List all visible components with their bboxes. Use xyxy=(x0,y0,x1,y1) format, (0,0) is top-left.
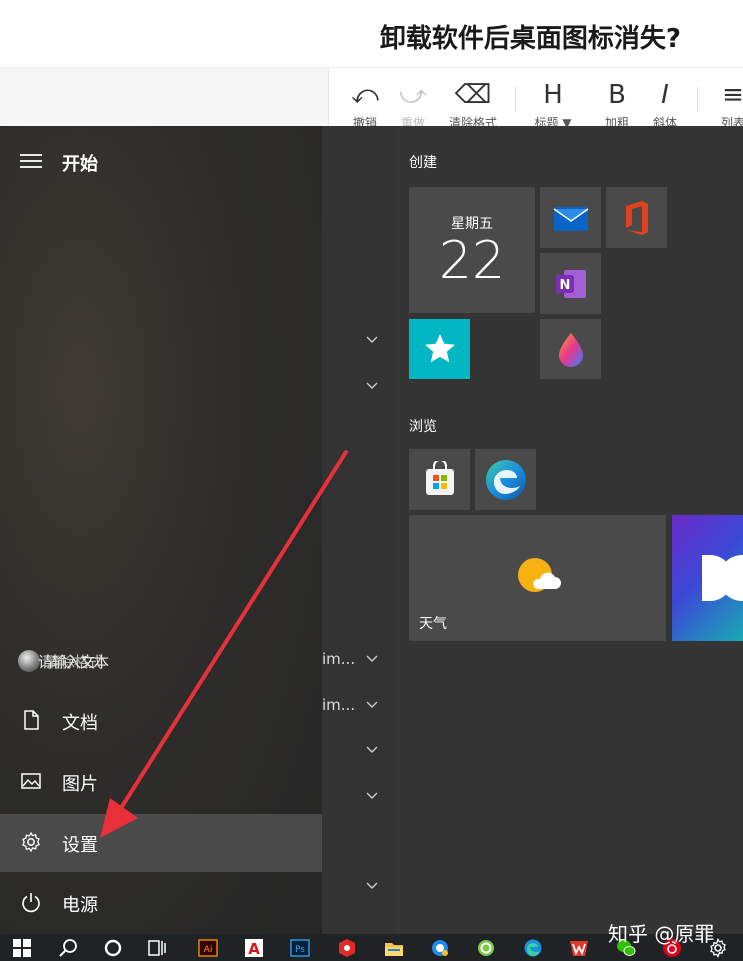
illustrator-icon[interactable]: Ai xyxy=(198,938,218,958)
bold-icon: B xyxy=(608,80,626,110)
editor-left-strip xyxy=(0,68,328,126)
side-item-label: 图片 xyxy=(62,774,98,795)
photoshop-icon[interactable]: Ps xyxy=(290,938,310,958)
office-tile[interactable] xyxy=(606,187,667,248)
windows-start-icon[interactable] xyxy=(12,938,32,958)
side-item-label: 电源 xyxy=(62,895,98,916)
mail-icon xyxy=(553,207,589,231)
store-icon xyxy=(426,461,454,495)
italic-label: 斜体 xyxy=(652,116,677,126)
article-title[interactable]: 卸载软件后桌面图标消失? xyxy=(380,18,681,55)
favorites-star-tile[interactable] xyxy=(409,319,470,379)
acrobat-icon[interactable]: A xyxy=(244,938,264,958)
list-label: 列表 xyxy=(720,116,743,126)
svg-text:A: A xyxy=(248,940,260,958)
side-item-label: 设置 xyxy=(62,835,98,856)
list-button[interactable]: ≡ 列表 xyxy=(709,68,743,126)
chevron-down-icon[interactable] xyxy=(366,379,378,391)
qq-browser-icon[interactable] xyxy=(430,938,450,958)
store-tile[interactable] xyxy=(409,449,470,510)
app-list-item-text[interactable]: im... xyxy=(322,696,355,714)
document-icon xyxy=(24,710,39,730)
chevron-down-icon[interactable] xyxy=(366,698,378,710)
start-menu: 开始 请输入文本 清除格式 文档 图片 设置 电源 im... im... 创建… xyxy=(0,126,743,934)
app-red-icon[interactable] xyxy=(337,938,357,958)
editor-header: 卸载软件后桌面图标消失? xyxy=(0,0,743,68)
heading-label: 标题 ▼ xyxy=(534,116,572,126)
calendar-date: 22 xyxy=(438,231,506,291)
paint-drop-icon xyxy=(559,333,583,367)
power-icon xyxy=(22,893,40,913)
user-name-overlay: 清除格式 xyxy=(46,653,103,671)
app-green-icon[interactable] xyxy=(476,938,496,958)
clear-format-button[interactable]: ⌫ 清除格式 xyxy=(449,68,497,126)
side-item-label: 文档 xyxy=(62,713,98,734)
chevron-down-icon[interactable] xyxy=(366,333,378,345)
italic-button[interactable]: I 斜体 xyxy=(641,68,689,126)
chevron-down-icon[interactable] xyxy=(366,743,378,755)
side-item-settings[interactable]: 设置 xyxy=(0,814,322,872)
search-icon[interactable] xyxy=(58,938,78,958)
editor-toolbar: ⤺ 撤销 ⤻ 重做 ⌫ 清除格式 H 标题 ▼ B 加粗 I 斜体 ≡ 列表 xyxy=(328,68,743,126)
svg-text:N: N xyxy=(560,278,571,293)
calendar-tile[interactable]: 星期五 22 xyxy=(409,187,535,313)
side-item-documents[interactable]: 文档 xyxy=(0,692,322,750)
group-title-create: 创建 xyxy=(409,155,437,171)
tiles-pane: 创建 星期五 22 N 浏览 天气 xyxy=(396,126,743,934)
hamburger-menu-icon[interactable] xyxy=(20,154,42,168)
heading-icon: H xyxy=(543,80,563,110)
dolby-logo-icon xyxy=(702,555,743,601)
chevron-down-icon[interactable] xyxy=(366,789,378,801)
cortana-icon[interactable] xyxy=(103,938,123,958)
start-left-pane: 开始 请输入文本 清除格式 文档 图片 设置 电源 xyxy=(0,126,322,934)
edge-icon[interactable] xyxy=(523,938,543,958)
list-icon: ≡ xyxy=(722,80,743,110)
redo-label: 重做 xyxy=(400,116,425,126)
italic-icon: I xyxy=(661,80,669,110)
calendar-day: 星期五 xyxy=(451,216,493,232)
svg-text:Ai: Ai xyxy=(204,945,213,955)
office-icon xyxy=(626,201,648,235)
undo-icon: ⤺ xyxy=(351,80,379,110)
side-item-pictures[interactable]: 图片 xyxy=(0,753,322,811)
task-view-icon[interactable] xyxy=(147,938,167,958)
toolbar-divider xyxy=(697,86,698,112)
star-icon xyxy=(425,334,455,363)
heading-button[interactable]: H 标题 ▼ xyxy=(529,68,577,126)
onenote-tile[interactable]: N xyxy=(540,253,601,314)
side-item-power[interactable]: 电源 xyxy=(0,874,322,932)
chevron-down-icon[interactable] xyxy=(366,652,378,664)
edge-tile[interactable] xyxy=(475,449,536,510)
weather-label: 天气 xyxy=(419,616,447,632)
edge-icon xyxy=(486,460,526,500)
wps-icon[interactable] xyxy=(569,938,589,958)
pictures-icon xyxy=(21,773,41,789)
mail-tile[interactable] xyxy=(540,187,601,248)
file-explorer-icon[interactable] xyxy=(384,938,404,958)
svg-text:Ps: Ps xyxy=(295,945,305,955)
avatar xyxy=(18,650,40,672)
weather-tile[interactable]: 天气 xyxy=(409,515,666,641)
redo-icon: ⤻ xyxy=(399,80,427,110)
redo-button[interactable]: ⤻ 重做 xyxy=(389,68,437,126)
weather-sun-cloud-icon xyxy=(518,558,561,592)
start-title: 开始 xyxy=(62,154,98,175)
app-list-item-text[interactable]: im... xyxy=(322,650,355,668)
zhihu-watermark: 知乎 @原罪 xyxy=(608,922,715,946)
onenote-icon: N xyxy=(556,270,586,298)
dolby-tile[interactable] xyxy=(672,515,743,641)
clear-format-label: 清除格式 xyxy=(448,116,497,126)
paint-tile[interactable] xyxy=(540,319,601,379)
app-list-pane: im... im... xyxy=(322,126,396,934)
chevron-down-icon[interactable] xyxy=(366,879,378,891)
eraser-icon: ⌫ xyxy=(454,80,492,110)
group-title-browse: 浏览 xyxy=(409,419,437,435)
toolbar-divider xyxy=(515,86,516,112)
settings-gear-icon xyxy=(22,831,40,853)
